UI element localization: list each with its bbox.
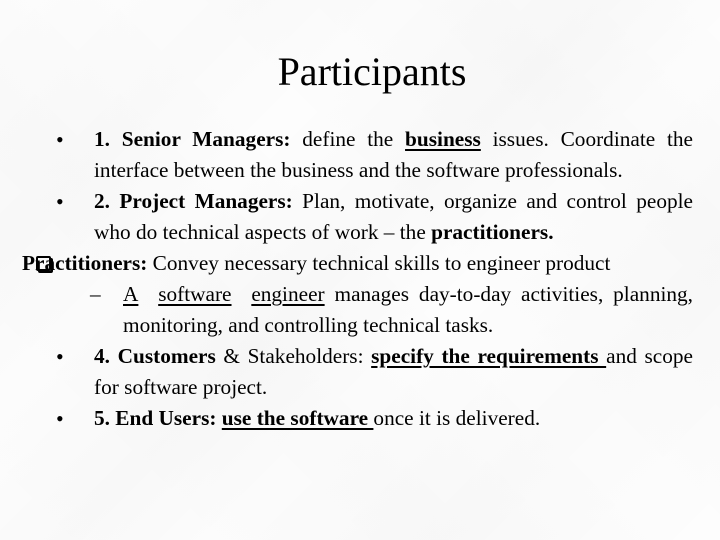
item-text: define the: [290, 127, 406, 151]
bullet-icon: •: [56, 406, 64, 431]
slide-body: • 1. Senior Managers: define the busines…: [22, 124, 693, 434]
item-text: & Stakeholders:: [215, 344, 364, 368]
sub-item-software-engineer: – A software engineer manages day-to-day…: [36, 279, 693, 341]
list-item-practitioners: Practitioners: Convey necessary technica…: [22, 248, 693, 279]
dash-bullet-icon: –: [90, 282, 101, 306]
list-item-customers: • 4. Customers & Stakeholders: specify t…: [36, 341, 693, 403]
list-item-end-users: • 5. End Users: use the software once it…: [36, 403, 693, 434]
bullet-icon: •: [56, 127, 64, 152]
item-text: once it is delivered.: [373, 406, 541, 430]
item-label: 4. Customers: [94, 344, 216, 368]
item-label: 1. Senior Managers:: [94, 127, 291, 151]
item-label: 5. End Users:: [94, 406, 217, 430]
slide-title: Participants: [277, 49, 467, 94]
underlined-word: A: [123, 282, 139, 306]
item-label: Practitioners:: [22, 251, 148, 275]
item-label: 2. Project Managers:: [94, 189, 293, 213]
list-item-senior-managers: • 1. Senior Managers: define the busines…: [36, 124, 693, 186]
underlined-word: software: [158, 282, 232, 306]
list-item-project-managers: • 2. Project Managers: Plan, motivate, o…: [36, 186, 693, 248]
item-emphasis: business: [405, 127, 481, 151]
item-emphasis: specify the requirements: [371, 344, 607, 368]
underlined-word: engineer: [251, 282, 325, 306]
item-emphasis: use the software: [221, 406, 374, 430]
item-text: Convey necessary technical skills to eng…: [147, 251, 611, 275]
bullet-icon: •: [56, 189, 64, 214]
item-emphasis: practitioners.: [431, 220, 554, 244]
bullet-icon: •: [56, 344, 64, 369]
